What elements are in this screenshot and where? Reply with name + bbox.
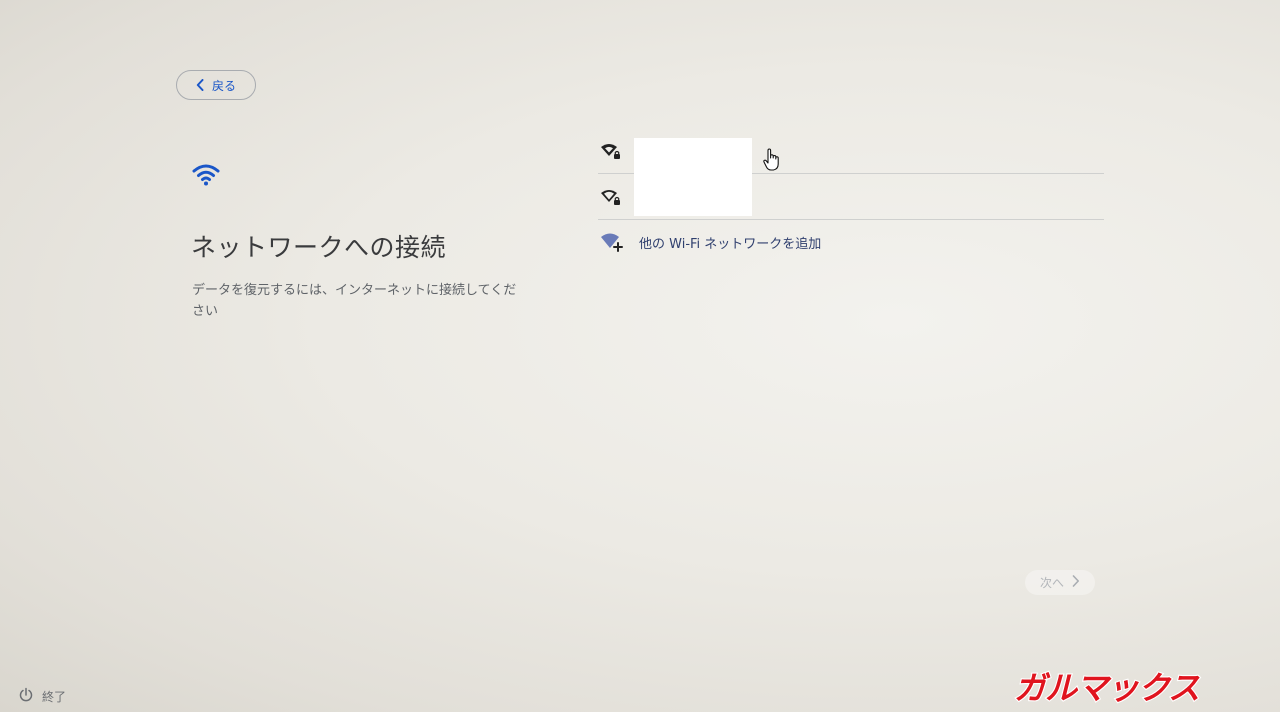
network-name-redacted xyxy=(634,138,752,174)
hand-pointer-icon xyxy=(762,148,782,172)
svg-text:ガルマックス: ガルマックス xyxy=(1014,669,1200,706)
watermark-logo: ガルマックス xyxy=(1012,666,1272,708)
next-button[interactable]: 次へ xyxy=(1025,570,1095,595)
wifi-lock-icon xyxy=(600,141,622,161)
back-button[interactable]: 戻る xyxy=(176,70,256,100)
wifi-icon xyxy=(192,162,220,188)
wifi-add-icon xyxy=(600,231,624,253)
add-other-wifi-network[interactable]: 他の Wi-Fi ネットワークを追加 xyxy=(598,220,1104,264)
back-button-label: 戻る xyxy=(211,78,236,93)
page-title: ネットワークへの接続 xyxy=(191,233,447,262)
shutdown-button[interactable]: 終了 xyxy=(18,687,66,706)
network-name-redacted xyxy=(634,174,752,216)
power-icon xyxy=(18,687,34,706)
network-item[interactable] xyxy=(598,174,1104,220)
chevron-right-icon xyxy=(1072,575,1080,590)
add-network-label: 他の Wi-Fi ネットワークを追加 xyxy=(639,237,822,252)
chevron-left-icon xyxy=(196,79,204,91)
network-list: 他の Wi-Fi ネットワークを追加 xyxy=(598,128,1104,264)
shutdown-label: 終了 xyxy=(42,690,67,704)
page-subtitle: データを復元するには、インターネットに接続してください xyxy=(192,283,517,319)
wifi-lock-icon xyxy=(600,187,622,207)
next-button-label: 次へ xyxy=(1039,576,1064,590)
network-item[interactable] xyxy=(598,128,1104,174)
